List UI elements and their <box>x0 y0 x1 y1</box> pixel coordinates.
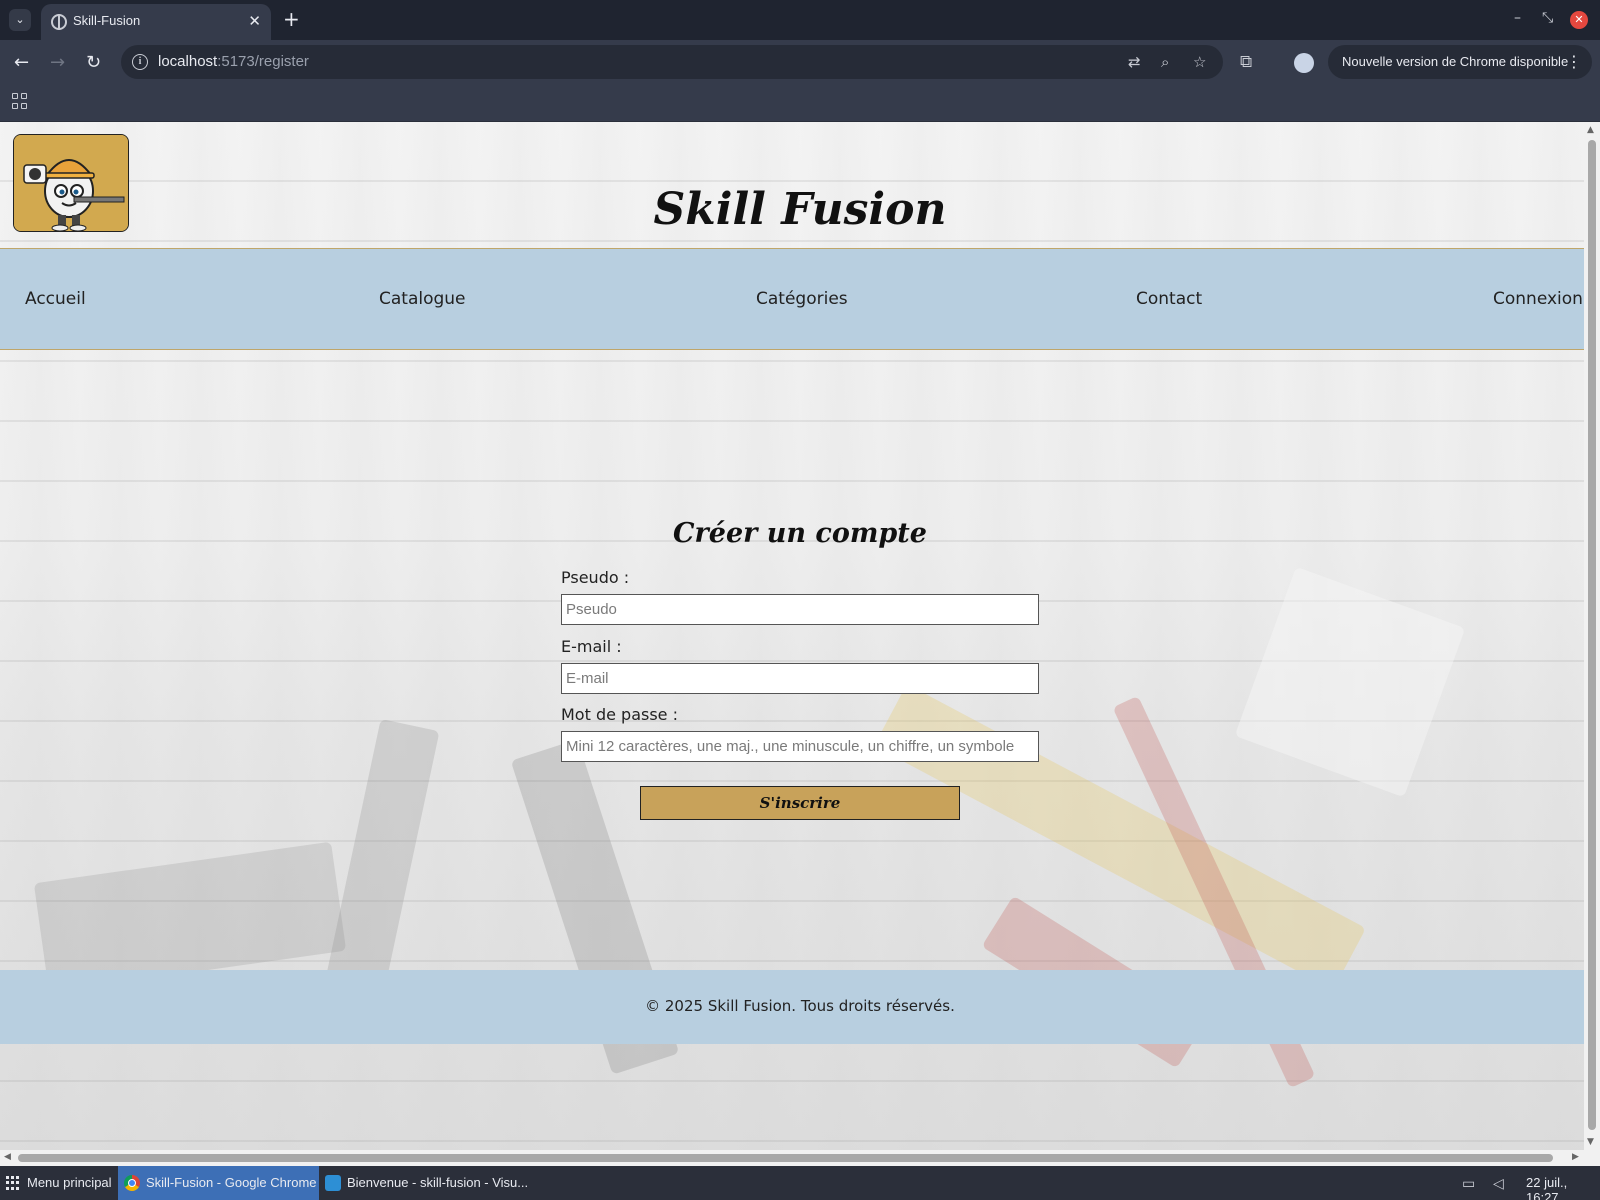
vscode-icon <box>325 1175 341 1191</box>
register-form-title: Créer un compte <box>673 518 927 549</box>
taskbar-item-label: Skill-Fusion - Google Chrome <box>146 1175 317 1190</box>
email-label: E-mail : <box>561 637 622 656</box>
network-icon[interactable]: ▭ <box>1462 1175 1475 1192</box>
translate-icon[interactable]: ⇄ <box>1128 53 1141 71</box>
update-notice: Nouvelle version de Chrome disponible <box>1342 54 1569 69</box>
scroll-up-icon[interactable]: ▲ <box>1587 125 1594 135</box>
nav-link-contact[interactable]: Contact <box>1136 289 1202 309</box>
url-host: localhost <box>158 53 218 70</box>
extensions-icon[interactable]: ⧉ <box>1240 52 1252 72</box>
page-viewport: Skill Fusion Accueil Catalogue Catégorie… <box>0 122 1584 1150</box>
site-info-icon[interactable]: i <box>132 54 148 70</box>
vertical-scrollbar[interactable]: ▲ ▼ <box>1584 122 1600 1150</box>
bookmarks-bar <box>0 85 1600 122</box>
zoom-icon[interactable]: ⌕ <box>1161 53 1169 71</box>
password-input[interactable] <box>561 731 1039 762</box>
tab-title: Skill-Fusion <box>73 13 141 28</box>
clock[interactable]: 22 juil., 16:27 <box>1526 1175 1600 1200</box>
start-menu-icon[interactable] <box>6 1176 20 1190</box>
url-text[interactable]: localhost:5173/register <box>158 53 309 70</box>
browser-toolbar: ← → ↻ i localhost:5173/register ⇄ ⌕ ☆ ⧉ … <box>0 40 1600 85</box>
taskbar-item-chrome[interactable]: Skill-Fusion - Google Chrome <box>118 1166 319 1200</box>
reload-icon[interactable]: ↻ <box>86 52 101 73</box>
bookmark-star-icon[interactable]: ☆ <box>1193 53 1206 71</box>
new-tab-button[interactable]: + <box>283 7 300 31</box>
os-taskbar: Menu principal Skill-Fusion - Google Chr… <box>0 1166 1600 1200</box>
site-title: Skill Fusion <box>653 184 947 235</box>
apps-grid-icon[interactable] <box>12 93 28 109</box>
password-label: Mot de passe : <box>561 705 678 724</box>
nav-link-catalogue[interactable]: Catalogue <box>379 289 466 309</box>
forward-arrow-icon[interactable]: → <box>50 52 65 73</box>
pseudo-input[interactable] <box>561 594 1039 625</box>
vertical-scroll-thumb[interactable] <box>1588 140 1596 1130</box>
back-arrow-icon[interactable]: ← <box>14 52 29 73</box>
nav-link-accueil[interactable]: Accueil <box>25 289 86 309</box>
window-close-icon[interactable]: ✕ <box>1570 11 1588 29</box>
tab-strip: ⌄ Skill-Fusion ✕ + – ⤡ ✕ <box>0 0 1600 40</box>
email-input[interactable] <box>561 663 1039 694</box>
tab-close-icon[interactable]: ✕ <box>248 12 261 30</box>
taskbar-item-vscode[interactable]: Bienvenue - skill-fusion - Visu... <box>319 1166 529 1200</box>
nav-link-connexion[interactable]: Connexion <box>1493 289 1583 309</box>
address-bar[interactable]: i localhost:5173/register ⇄ ⌕ ☆ <box>121 45 1223 79</box>
taskbar-item-label: Bienvenue - skill-fusion - Visu... <box>347 1175 529 1190</box>
menu-kebab-icon[interactable]: ⋮ <box>1566 52 1582 71</box>
footer-copyright: © 2025 Skill Fusion. Tous droits réservé… <box>645 997 955 1015</box>
browser-tab[interactable]: Skill-Fusion ✕ <box>41 4 271 40</box>
minimize-icon[interactable]: – <box>1514 10 1521 26</box>
register-submit-button[interactable]: S'inscrire <box>640 786 960 820</box>
background-tool <box>1234 566 1466 798</box>
chrome-icon <box>124 1175 140 1191</box>
globe-icon <box>51 14 67 30</box>
main-nav: Accueil Catalogue Catégories Contact Con… <box>0 248 1584 350</box>
profile-avatar[interactable] <box>1294 53 1314 73</box>
horizontal-scroll-thumb[interactable] <box>18 1154 1553 1162</box>
url-path: :5173/register <box>217 53 309 70</box>
scroll-right-icon[interactable]: ▶ <box>1572 1152 1579 1162</box>
tab-search-button[interactable]: ⌄ <box>9 9 31 31</box>
nav-link-categories[interactable]: Catégories <box>756 289 848 309</box>
scroll-down-icon[interactable]: ▼ <box>1587 1137 1594 1147</box>
start-menu-label[interactable]: Menu principal <box>27 1175 112 1190</box>
site-footer: © 2025 Skill Fusion. Tous droits réservé… <box>0 970 1584 1044</box>
scroll-left-icon[interactable]: ◀ <box>4 1152 11 1162</box>
chrome-update-button[interactable]: Nouvelle version de Chrome disponible ⋮ <box>1328 45 1592 79</box>
volume-icon[interactable]: ◁ <box>1493 1175 1504 1192</box>
maximize-icon[interactable]: ⤡ <box>1542 10 1553 26</box>
pseudo-label: Pseudo : <box>561 568 630 587</box>
site-header: Skill Fusion <box>0 122 1584 248</box>
horizontal-scrollbar[interactable]: ◀ ▶ <box>0 1150 1600 1166</box>
